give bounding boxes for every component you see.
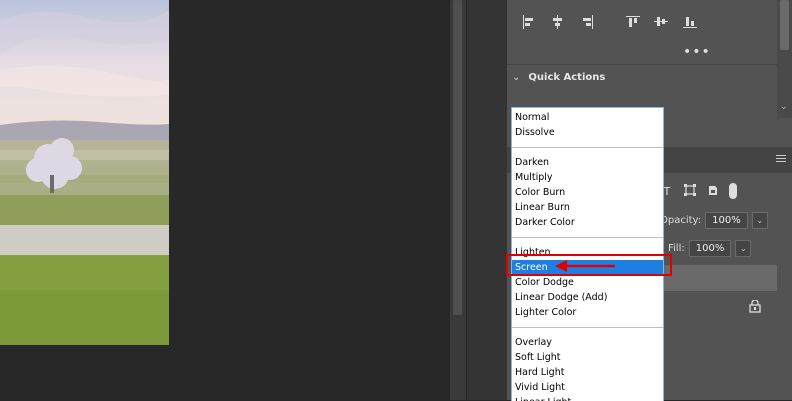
blend-mode-option[interactable]: Color Burn [512,185,663,200]
align-right-edges-icon[interactable] [579,14,595,30]
menu-separator [512,320,663,335]
smart-object-filter-icon[interactable] [706,184,720,199]
layer-row-selected[interactable] [662,265,777,291]
panel-divider [466,0,507,400]
align-top-edges-icon[interactable] [625,14,641,30]
blend-mode-option[interactable]: Color Dodge [512,275,663,290]
more-options-button[interactable]: ••• [683,44,711,60]
fill-label: Fill: [668,243,685,254]
fill-dropdown-icon[interactable]: ⌄ [735,240,752,257]
panel-separator [507,64,777,65]
align-left-edges-icon[interactable] [521,14,537,30]
opacity-row: Opacity: 100% ⌄ [660,212,768,229]
scroll-down-icon[interactable]: ⌄ [780,102,788,112]
blend-mode-option[interactable]: Linear Light [512,395,663,401]
lock-icon[interactable] [749,299,761,316]
panel-scrollbar-thumb[interactable] [780,0,789,50]
layer-filter-tools: T [660,183,737,199]
blend-mode-option[interactable]: Linear Burn [512,200,663,215]
align-horizontal-centers-icon[interactable] [550,14,566,30]
align-bottom-edges-icon[interactable] [682,14,698,30]
menu-separator [512,140,663,155]
blend-mode-option[interactable]: Hard Light [512,365,663,380]
blend-mode-option[interactable]: Dissolve [512,125,663,140]
quick-actions-title: Quick Actions [528,72,606,83]
landscape-photo [0,0,169,345]
chevron-down-icon: ⌄ [512,72,521,83]
blend-mode-option[interactable]: Lighter Color [512,305,663,320]
blend-mode-option[interactable]: Darker Color [512,215,663,230]
quick-actions-header[interactable]: ⌄ Quick Actions [512,72,605,83]
fill-field[interactable]: 100% [688,240,732,257]
blend-mode-option[interactable]: Normal [512,110,663,125]
blend-mode-option[interactable]: Multiply [512,170,663,185]
blend-mode-option[interactable]: Darken [512,155,663,170]
menu-separator [512,230,663,245]
panel-menu-icon[interactable] [776,155,786,164]
document-canvas[interactable] [0,0,450,400]
canvas-scrollbar-thumb[interactable] [453,0,462,315]
opacity-label: Opacity: [660,215,702,226]
blend-mode-option[interactable]: Vivid Light [512,380,663,395]
blend-mode-option[interactable]: Soft Light [512,350,663,365]
opacity-field[interactable]: 100% [705,212,748,229]
blend-mode-option[interactable]: Overlay [512,335,663,350]
filter-toggle[interactable] [729,183,737,199]
opacity-dropdown-icon[interactable]: ⌄ [751,212,768,229]
align-vertical-centers-icon[interactable] [653,14,669,30]
blend-mode-option[interactable]: Linear Dodge (Add) [512,290,663,305]
annotation-arrow-icon [555,259,617,276]
align-toolbar [507,0,775,65]
shape-filter-icon[interactable] [683,183,697,199]
fill-row: Fill: 100% ⌄ [668,240,752,257]
